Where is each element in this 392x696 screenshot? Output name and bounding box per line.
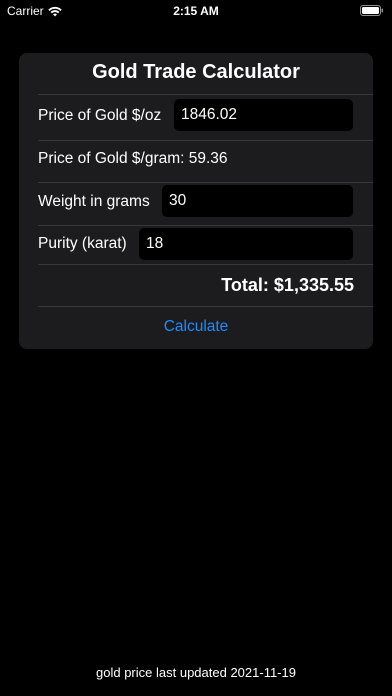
divider	[38, 182, 373, 183]
purity-input[interactable]: 18	[139, 228, 353, 260]
last-updated-text: gold price last updated 2021-11-19	[96, 665, 296, 680]
status-bar: Carrier 2:15 AM	[0, 0, 392, 22]
divider	[38, 140, 373, 141]
price-per-gram-text: Price of Gold $/gram: 59.36	[38, 150, 228, 167]
card-title: Gold Trade Calculator	[92, 61, 300, 83]
battery-icon	[360, 5, 383, 16]
purity-label: Purity (karat)	[38, 235, 127, 252]
status-clock: 2:15 AM	[173, 4, 219, 18]
price-per-oz-input[interactable]: 1846.02	[174, 99, 353, 131]
divider	[38, 94, 373, 95]
price-per-oz-label: Price of Gold $/oz	[38, 107, 162, 124]
divider	[38, 306, 373, 307]
divider	[38, 264, 373, 265]
calculator-card: Gold Trade Calculator Price of Gold $/oz…	[19, 53, 373, 349]
weight-label: Weight in grams	[38, 193, 150, 210]
calculate-button[interactable]: Calculate	[19, 318, 373, 336]
divider	[38, 225, 373, 226]
weight-input[interactable]: 30	[162, 185, 353, 217]
total-text: Total: $1,335.55	[221, 275, 354, 295]
